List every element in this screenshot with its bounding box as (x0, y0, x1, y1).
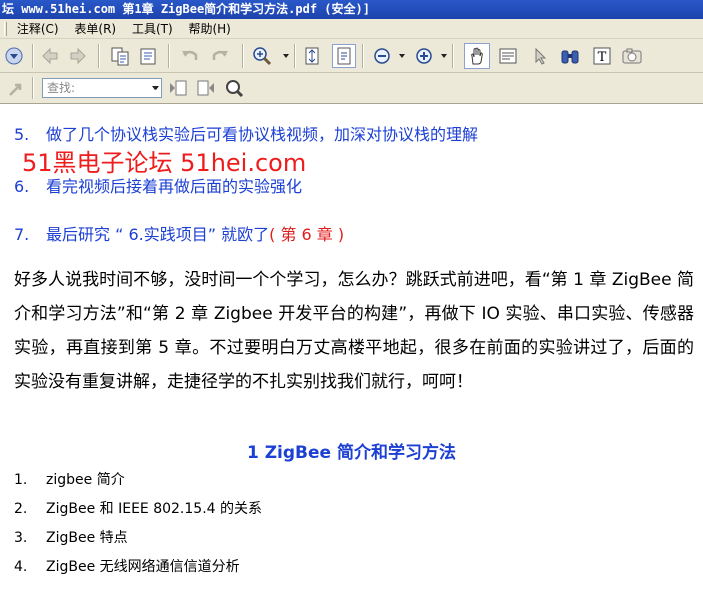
search-options-dropdown-icon[interactable] (152, 76, 159, 100)
zoom-in-plus-icon[interactable] (412, 44, 436, 68)
text-tool-icon[interactable]: T (590, 44, 614, 68)
toolbar-separator (98, 44, 100, 68)
toc-number: 2. (14, 501, 28, 517)
toc-item: 3. ZigBee 特点 (14, 527, 128, 547)
zoom-in-icon[interactable] (250, 44, 274, 68)
zoom-out-dropdown-icon[interactable] (398, 44, 405, 68)
toc-item: 4. ZigBee 无线网络通信信道分析 (14, 556, 240, 576)
step-item: 5. 做了几个协议栈实验后可看协议栈视频，加深对协议栈的理解 (14, 121, 478, 145)
toolbar-separator (452, 44, 454, 68)
diagonal-arrow-icon[interactable] (4, 77, 28, 101)
window-title-bar: 坛 www.51hei.com 第1章 ZigBee简介和学习方法.pdf (安… (0, 0, 703, 19)
toolbar-separator (168, 44, 170, 68)
toc-number: 4. (14, 559, 28, 575)
toc-text: ZigBee 和 IEEE 802.15.4 的关系 (46, 501, 263, 517)
step-text: 做了几个协议栈实验后可看协议栈视频，加深对协议栈的理解 (46, 125, 479, 144)
step-text: 最后研究 “ 6.实践项目” 就欧了 (46, 225, 270, 244)
undo-icon[interactable] (178, 44, 202, 68)
search-magnifier-icon[interactable] (222, 76, 246, 100)
step-item: 7. 最后研究 “ 6.实践项目” 就欧了( 第 6 章 ) (14, 221, 344, 245)
pointer-icon[interactable] (528, 44, 552, 68)
step-text: 看完视频后接着再做后面的实验强化 (46, 177, 303, 196)
menu-help[interactable]: 帮助(H) (188, 19, 230, 39)
previous-page-icon[interactable] (38, 44, 62, 68)
menu-forms[interactable]: 表单(R) (74, 19, 116, 39)
search-input[interactable]: 查找: (42, 78, 162, 98)
toolbar-separator (242, 44, 244, 68)
snapshot-camera-icon[interactable] (620, 44, 644, 68)
page-export-icon[interactable] (108, 44, 132, 68)
toc-item: 2. ZigBee 和 IEEE 802.15.4 的关系 (14, 498, 262, 518)
menu-comments[interactable]: 注释(C) (17, 19, 59, 39)
search-placeholder: 查找: (47, 81, 76, 95)
toc-text: ZigBee 无线网络通信信道分析 (46, 559, 240, 575)
toc-number: 3. (14, 530, 28, 546)
toolbar-separator (362, 44, 364, 68)
fit-page-icon[interactable] (300, 44, 324, 68)
body-paragraph: 好多人说我时间不够，没时间一个个学习，怎么办？跳跃式前进吧，看“第 1 章 Zi… (14, 270, 694, 392)
section-heading: 1 ZigBee 简介和学习方法 (246, 443, 456, 463)
main-toolbar: T (0, 39, 703, 73)
select-text-icon[interactable] (496, 44, 520, 68)
zoom-in-dropdown-icon[interactable] (440, 44, 447, 68)
window-title: 坛 www.51hei.com 第1章 ZigBee简介和学习方法.pdf (安… (2, 2, 370, 16)
binoculars-icon[interactable] (558, 44, 582, 68)
zoom-out-icon[interactable] (370, 44, 394, 68)
toolbar-separator (32, 44, 34, 68)
toc-text: ZigBee 特点 (46, 530, 128, 546)
toolbar-separator (294, 44, 296, 68)
menu-tools[interactable]: 工具(T) (132, 19, 173, 39)
step-number: 5. (14, 125, 30, 144)
toolbar-separator (32, 77, 34, 99)
step-item: 6. 看完视频后接着再做后面的实验强化 (14, 173, 302, 197)
nav-circle-down-icon[interactable] (2, 44, 26, 68)
step-number: 6. (14, 177, 30, 196)
find-previous-icon[interactable] (166, 76, 190, 100)
chapter-reference: ( 第 6 章 ) (269, 225, 345, 244)
next-page-icon[interactable] (66, 44, 90, 68)
svg-text:T: T (598, 50, 607, 65)
menu-bar: 注释(C) 表单(R) 工具(T) 帮助(H) (0, 19, 703, 39)
step-number: 7. (14, 225, 30, 244)
zoom-tool-dropdown-icon[interactable] (282, 44, 289, 68)
find-next-icon[interactable] (194, 76, 218, 100)
toc-number: 1. (14, 472, 28, 488)
toc-text: zigbee 简介 (46, 472, 125, 488)
toc-item: 1. zigbee 简介 (14, 469, 125, 489)
redo-icon[interactable] (208, 44, 232, 68)
document-page: 5. 做了几个协议栈实验后可看协议栈视频，加深对协议栈的理解 51黑电子论坛 51… (0, 105, 703, 597)
find-toolbar: 查找: (0, 73, 703, 104)
menubar-grip[interactable] (4, 22, 7, 36)
actual-size-icon[interactable] (332, 44, 356, 68)
hand-tool-icon[interactable] (464, 43, 490, 69)
pages-panel-icon[interactable] (136, 44, 160, 68)
